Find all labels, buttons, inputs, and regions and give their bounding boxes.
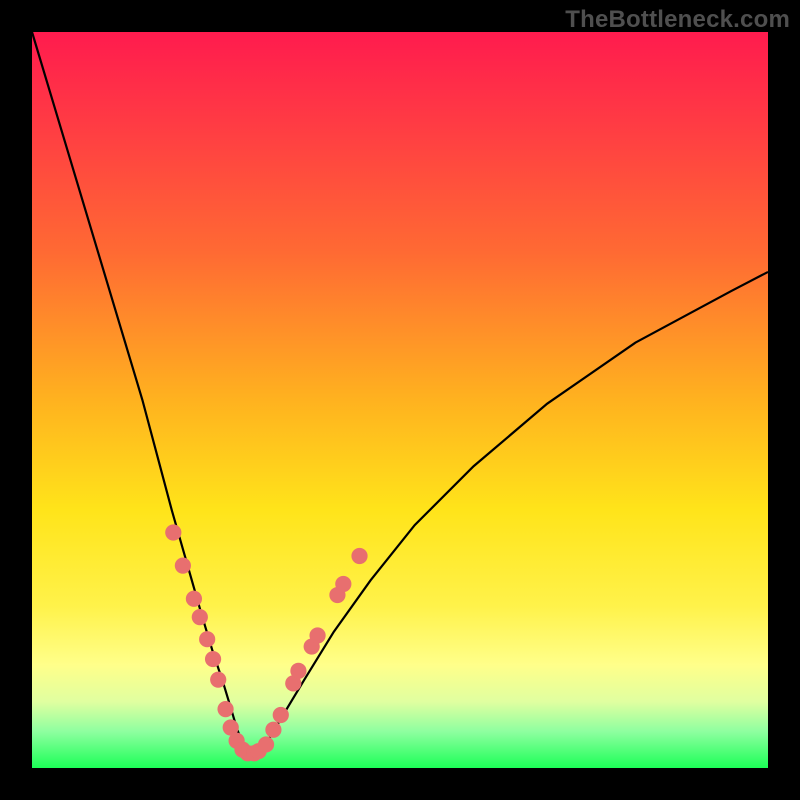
- curve-markers: [165, 524, 367, 761]
- curve-marker: [205, 651, 221, 667]
- curve-marker: [175, 558, 191, 574]
- curve-marker: [258, 736, 274, 752]
- plot-area: [32, 32, 768, 768]
- curve-svg: [32, 32, 768, 768]
- curve-marker: [186, 591, 202, 607]
- watermark-text: TheBottleneck.com: [565, 6, 790, 34]
- curve-marker: [210, 672, 226, 688]
- curve-marker: [290, 663, 306, 679]
- bottleneck-curve: [32, 32, 768, 753]
- curve-marker: [351, 548, 367, 564]
- curve-marker: [335, 576, 351, 592]
- curve-marker: [265, 722, 281, 738]
- curve-marker: [217, 701, 233, 717]
- curve-marker: [309, 627, 325, 643]
- curve-marker: [165, 524, 181, 540]
- curve-marker: [192, 609, 208, 625]
- curve-marker: [199, 631, 215, 647]
- curve-marker: [273, 707, 289, 723]
- chart-frame: TheBottleneck.com: [0, 0, 800, 800]
